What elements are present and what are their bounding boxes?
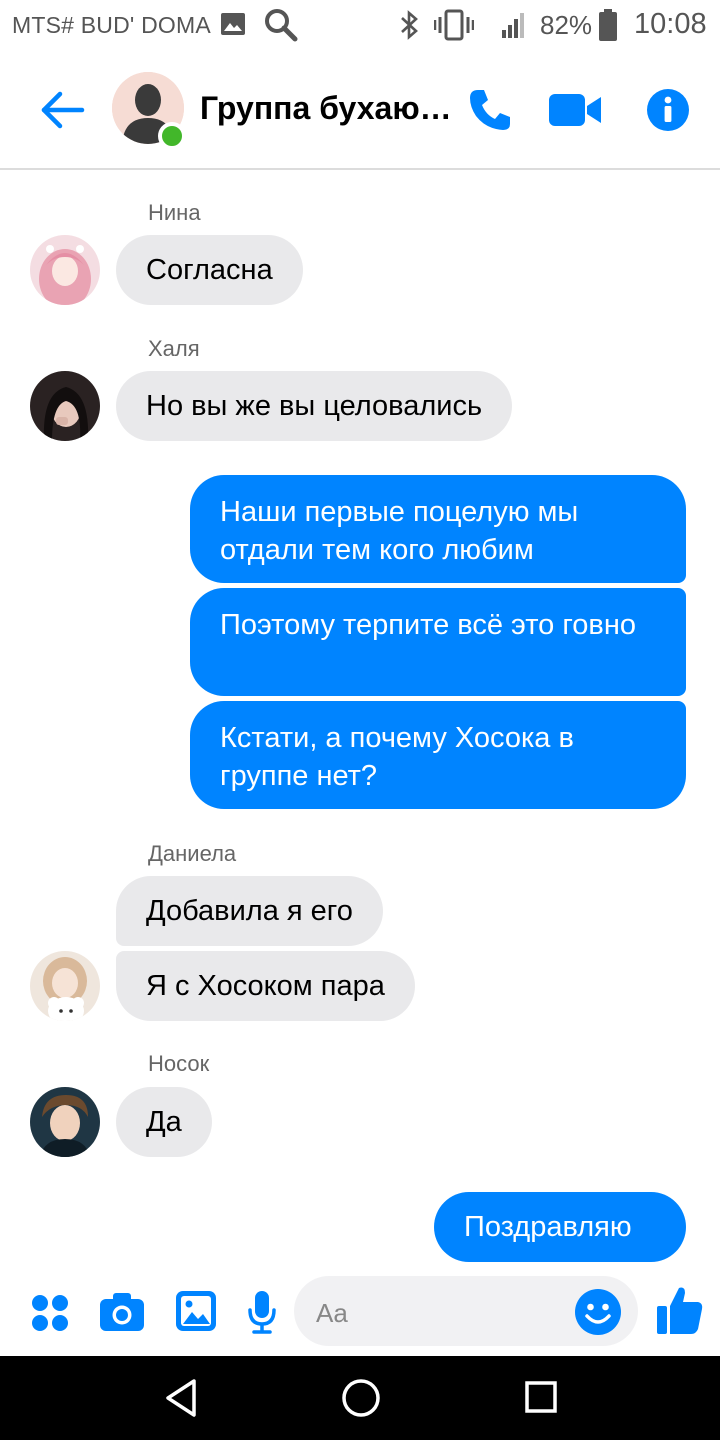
message-bubble-outgoing[interactable]: Кстати, а почему Хосока в группе нет? <box>190 701 686 809</box>
vibrate-icon <box>434 9 474 41</box>
search-notification-icon <box>265 9 298 42</box>
chat-header: Группа бухаю… <box>0 52 720 170</box>
emoji-icon[interactable] <box>574 1288 622 1336</box>
carrier-name: MTS# BUD' DOMA <box>12 12 211 38</box>
phone-icon[interactable] <box>466 86 514 134</box>
camera-icon[interactable] <box>99 1292 145 1332</box>
message-bubble-incoming[interactable]: Но вы же вы целовались <box>116 371 513 441</box>
sender-name: Носок <box>148 1051 210 1076</box>
sender-name: Нина <box>148 200 201 225</box>
chat-title[interactable]: Группа бухаю… <box>200 90 452 127</box>
nav-home-icon[interactable] <box>340 1377 382 1419</box>
microphone-icon[interactable] <box>247 1290 277 1334</box>
sender-name: Халя <box>148 336 200 361</box>
avatar-image-nina <box>30 235 100 305</box>
online-status-indicator <box>158 122 186 150</box>
back-arrow-icon[interactable] <box>38 86 86 134</box>
message-bubble-outgoing[interactable]: Поэтому терпите всё это говно <box>190 588 686 696</box>
video-camera-icon[interactable] <box>549 92 603 128</box>
nav-recents-icon[interactable] <box>524 1380 558 1414</box>
image-notification-icon <box>221 13 245 35</box>
message-bubble-incoming[interactable]: Согласна <box>116 235 303 305</box>
sender-name: Даниела <box>148 841 237 866</box>
signal-icon <box>502 13 524 38</box>
info-icon[interactable] <box>646 88 690 132</box>
thumbs-up-icon[interactable] <box>656 1284 704 1336</box>
apps-icon[interactable] <box>31 1294 69 1332</box>
avatar[interactable] <box>30 235 100 305</box>
avatar[interactable] <box>30 371 100 441</box>
avatar[interactable] <box>30 951 100 1021</box>
message-bubble-outgoing[interactable]: Поздравляю <box>434 1192 686 1262</box>
avatar-image-nosok <box>30 1087 100 1157</box>
message-bubble-incoming[interactable]: Я с Хосоком пара <box>116 951 415 1021</box>
message-list[interactable]: Нина Согласна Халя Но вы же вы целовалис… <box>0 170 720 1270</box>
message-input-placeholder: Aa <box>316 1298 348 1328</box>
system-navigation-bar <box>0 1356 720 1440</box>
status-bar: MTS# BUD' DOMA 82% 10:08 <box>0 0 720 52</box>
message-bubble-incoming[interactable]: Добавила я его <box>116 876 383 946</box>
battery-icon <box>599 9 617 41</box>
avatar-image-halya <box>30 371 100 441</box>
clock: 10:08 <box>634 8 707 40</box>
message-bubble-outgoing[interactable]: Наши первые поцелую мы отдали тем кого л… <box>190 475 686 583</box>
avatar[interactable] <box>30 1087 100 1157</box>
message-input[interactable]: Aa <box>294 1276 638 1346</box>
nav-back-icon[interactable] <box>164 1378 198 1418</box>
battery-percent: 82% <box>540 10 593 40</box>
message-bubble-incoming[interactable]: Да <box>116 1087 212 1157</box>
bluetooth-icon <box>401 10 418 40</box>
message-composer: Aa <box>0 1274 720 1354</box>
avatar-image-daniela <box>30 951 100 1021</box>
gallery-icon[interactable] <box>175 1290 217 1332</box>
